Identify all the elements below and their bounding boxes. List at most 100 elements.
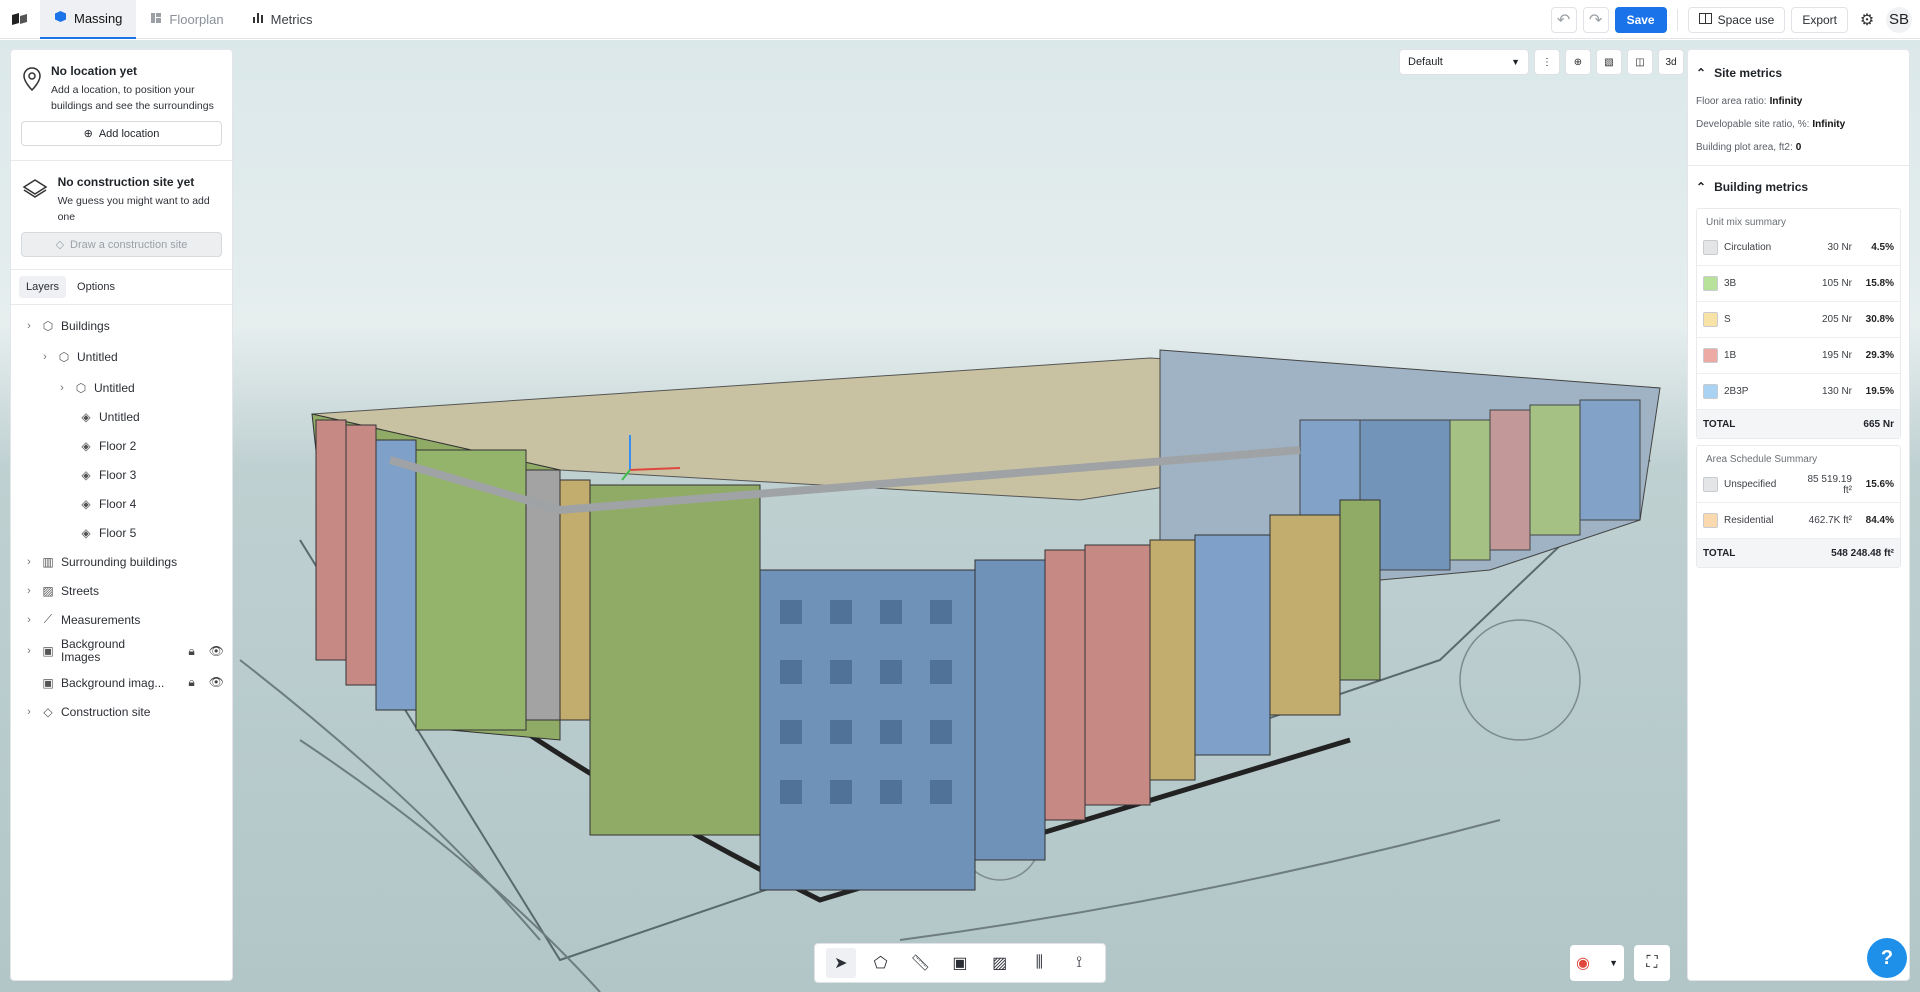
total-value: 548 248.48 ft² [1831,547,1894,559]
layer-surrounding-buildings[interactable]: › ▥ Surrounding buildings [11,547,232,576]
layer-label: Floor 2 [99,438,137,453]
floor-icon: ◈ [81,467,91,482]
total-value: 665 Nr [1863,418,1894,430]
layer-label: Background Images [61,637,126,664]
measure-tool[interactable]: 📏︎ [905,948,935,978]
layer-label: Untitled [94,380,135,395]
site-metrics-header[interactable]: ⌃ Site metrics [1696,56,1901,90]
row-value: 130 Nr [1821,386,1852,397]
avatar[interactable]: SB [1886,6,1912,33]
lock-icon[interactable]: 🔒︎ [188,644,194,658]
map-view-button[interactable]: ▧ [1596,49,1622,75]
fullscreen-button[interactable]: ⛶ [1634,945,1670,981]
export-button[interactable]: Export [1791,6,1848,33]
settings-button[interactable]: ⚙ [1854,6,1880,33]
more-options-button[interactable]: ⋮ [1534,49,1560,75]
add-view-button[interactable]: ⊕ [1565,49,1591,75]
street-tool[interactable]: ▨ [985,948,1015,978]
polygon-tool[interactable]: ⬠ [866,948,896,978]
massing-scene [239,349,1661,992]
tab-massing-label: Massing [74,10,123,26]
eye-icon[interactable]: 👁︎ [209,675,224,690]
polygon-icon: ⬠ [873,955,888,972]
bar-chart-icon [252,12,264,27]
layer-tree: › ⬡ Buildings › ⬡ Untitled › ⬡ Untitled … [11,305,232,726]
draw-site-button[interactable]: ◇ Draw a construction site [21,232,222,257]
redo-button[interactable]: ↷ [1582,6,1609,33]
layer-label: Surrounding buildings [61,554,178,569]
app-logo[interactable] [0,0,40,39]
layer-label: Background imag... [61,675,165,690]
chevron-right-icon[interactable]: › [23,645,35,658]
chevron-right-icon[interactable]: › [23,706,35,718]
chevron-right-icon[interactable]: › [56,382,68,394]
cursor-icon: ➤ [834,955,848,972]
layer-floor-untitled[interactable]: ◈ Untitled [11,402,232,431]
layer-untitled-building[interactable]: › ⬡ Untitled [11,340,232,373]
save-button[interactable]: Save [1614,6,1667,33]
camera-view-button[interactable]: ◫ [1627,49,1653,75]
chevron-right-icon[interactable]: › [23,585,35,597]
chevron-down-icon: ▼ [1511,57,1520,67]
layer-floor-2[interactable]: ◈ Floor 2 [11,431,232,460]
mode-3d-button[interactable]: 3d [1658,49,1684,75]
image-tool[interactable]: ▣ [945,948,975,978]
layer-label: Floor 3 [99,467,137,482]
chevron-right-icon[interactable]: › [23,556,35,568]
lock-icon[interactable]: 🔒︎ [188,675,194,690]
3d-viewport[interactable] [0,40,1920,992]
layer-background-images[interactable]: › ▣ Background Images 🔒︎ 👁︎ [11,634,232,668]
chevron-right-icon[interactable]: › [39,351,51,363]
color-swatch [1703,348,1718,363]
metric-label: Building plot area, ft2: [1696,142,1793,153]
tab-options[interactable]: Options [70,276,122,298]
redo-icon: ↷ [1588,11,1603,29]
layer-floor-4[interactable]: ◈ Floor 4 [11,489,232,518]
building-metrics-header[interactable]: ⌃ Building metrics [1696,170,1901,204]
row-value: 105 Nr [1821,278,1852,289]
streets-icon: ▨ [42,583,54,598]
layer-buildings[interactable]: › ⬡ Buildings [11,311,232,340]
metric-row: Circulation 30 Nr 4.5% [1697,230,1900,266]
layer-floor-3[interactable]: ◈ Floor 3 [11,460,232,489]
tab-metrics[interactable]: Metrics [238,0,327,39]
color-swatch [1703,240,1718,255]
split-tool[interactable]: ⫼ [1024,948,1054,978]
building-plot-area: Building plot area, ft2: 0 [1696,136,1901,159]
right-panel: ⌃ Site metrics Floor area ratio: Infinity… [1687,49,1910,981]
area-total-row: TOTAL 548 248.48 ft² [1697,539,1900,567]
layer-untitled-block[interactable]: › ⬡ Untitled [11,373,232,402]
buildings-icon: ▥ [42,554,54,569]
layer-floor-5[interactable]: ◈ Floor 5 [11,518,232,547]
floorplan-icon [150,12,162,27]
unit-mix-title: Unit mix summary [1706,217,1787,228]
select-tool[interactable]: ➤ [825,948,856,978]
chevron-down-icon: ▼ [1609,958,1618,968]
layer-label: Floor 5 [99,525,137,540]
layer-streets[interactable]: › ▨ Streets [11,576,232,605]
compass-control[interactable]: ◉ ▼ [1570,945,1624,981]
add-location-button[interactable]: ⊕ Add location [21,121,222,146]
layer-measurements[interactable]: › ⟋ Measurements [11,605,232,634]
fullscreen-icon: ⛶ [1646,954,1658,971]
undo-button[interactable]: ↶ [1550,6,1577,33]
tab-massing[interactable]: Massing [40,0,137,39]
row-name: 1B [1724,350,1737,361]
path-tool[interactable]: ⟟ [1064,948,1094,978]
layer-background-image-item[interactable]: ▣ Background imag... 🔒︎ 👁︎ [11,668,232,697]
row-name: Circulation [1724,242,1772,253]
tab-floorplan[interactable]: Floorplan [136,0,237,39]
chevron-right-icon[interactable]: › [23,614,35,626]
tab-floorplan-label: Floorplan [169,11,224,27]
space-use-button[interactable]: Space use [1687,6,1786,33]
image-icon: ▣ [42,643,54,658]
layer-construction-site[interactable]: › ◇ Construction site [11,697,232,726]
site-icon: ◇ [43,704,53,719]
chevron-right-icon[interactable]: › [23,320,35,332]
total-label: TOTAL [1703,418,1736,430]
eye-icon[interactable]: 👁︎ [209,644,224,658]
metric-row: 3B 105 Nr 15.8% [1697,266,1900,302]
view-preset-select[interactable]: Default ▼ [1399,49,1529,75]
help-button[interactable]: ? [1867,938,1907,978]
tab-layers[interactable]: Layers [19,276,67,298]
